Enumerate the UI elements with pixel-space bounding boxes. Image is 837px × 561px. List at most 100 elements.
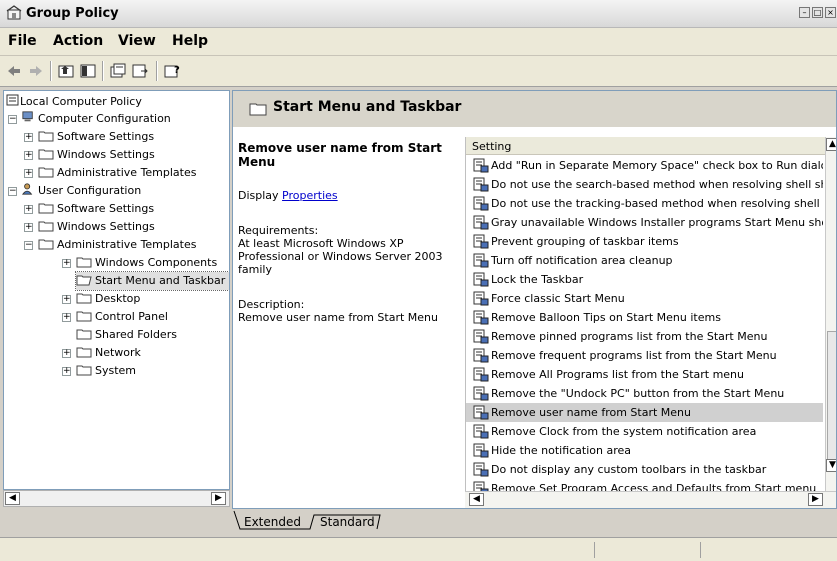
close-button[interactable]: × xyxy=(825,7,836,18)
up-folder-icon[interactable] xyxy=(56,62,76,80)
expand-icon[interactable]: + xyxy=(24,151,33,160)
settings-list: Setting Add "Run in Separate Memory Spac… xyxy=(465,137,836,493)
folder-icon xyxy=(76,347,92,358)
settings-vertical-scrollbar[interactable]: ▲ ▼ xyxy=(825,137,836,491)
scroll-down-icon[interactable]: ▼ xyxy=(826,459,836,472)
expand-icon[interactable]: + xyxy=(62,349,71,358)
tree-label: Windows Components xyxy=(95,256,218,269)
scroll-right-icon[interactable]: ▶ xyxy=(808,493,823,506)
folder-icon xyxy=(38,221,54,232)
tab-extended[interactable]: Extended xyxy=(244,515,301,532)
expand-icon[interactable]: + xyxy=(24,169,33,178)
group-policy-icon xyxy=(6,5,22,20)
scroll-thumb[interactable] xyxy=(827,331,836,469)
setting-row[interactable]: Hide the notification area xyxy=(466,441,823,460)
setting-row[interactable]: Gray unavailable Windows Installer progr… xyxy=(466,213,823,232)
show-hide-tree-icon[interactable] xyxy=(78,62,98,80)
tree-label: Windows Settings xyxy=(57,220,155,233)
maximize-button[interactable]: □ xyxy=(812,7,823,18)
tree-label: Shared Folders xyxy=(95,328,177,341)
setting-name: Add "Run in Separate Memory Space" check… xyxy=(491,159,823,172)
collapse-icon[interactable]: − xyxy=(8,187,17,196)
setting-row[interactable]: Remove Clock from the system notificatio… xyxy=(466,422,823,441)
policy-setting-icon xyxy=(473,424,489,439)
scroll-up-icon[interactable]: ▲ xyxy=(826,138,836,151)
tree-node-start-menu-and-taskbar[interactable]: Start Menu and Taskbar xyxy=(75,271,229,291)
expand-icon[interactable]: + xyxy=(24,223,33,232)
help-icon[interactable]: ? xyxy=(162,62,182,80)
setting-row[interactable]: Remove Balloon Tips on Start Menu items xyxy=(466,308,823,327)
tree-label: Administrative Templates xyxy=(57,238,197,251)
tree-label: Control Panel xyxy=(95,310,168,323)
setting-name: Gray unavailable Windows Installer progr… xyxy=(491,216,823,229)
minimize-button[interactable]: – xyxy=(799,7,810,18)
setting-row[interactable]: Lock the Taskbar xyxy=(466,270,823,289)
policy-setting-icon xyxy=(473,367,489,382)
folder-icon xyxy=(76,329,92,340)
tree-label: Desktop xyxy=(95,292,141,305)
window-title: Group Policy xyxy=(26,6,119,21)
export-list-icon[interactable] xyxy=(130,62,150,80)
scroll-left-icon[interactable]: ◀ xyxy=(5,492,20,505)
menu-view[interactable]: View xyxy=(118,33,156,49)
expand-icon[interactable]: + xyxy=(24,133,33,142)
properties-icon[interactable] xyxy=(108,62,128,80)
setting-name: Remove frequent programs list from the S… xyxy=(491,349,777,362)
user-icon xyxy=(22,183,33,195)
policy-setting-icon xyxy=(473,405,489,420)
description-text: Remove user name from Start Menu xyxy=(238,311,438,324)
setting-row[interactable]: Remove the "Undock PC" button from the S… xyxy=(466,384,823,403)
tree-label: Local Computer Policy xyxy=(20,95,142,108)
setting-name: Remove Clock from the system notificatio… xyxy=(491,425,757,438)
setting-row[interactable]: Do not use the tracking-based method whe… xyxy=(466,194,823,213)
expand-icon[interactable]: + xyxy=(24,205,33,214)
menu-file[interactable]: File xyxy=(8,33,37,49)
expand-icon[interactable]: + xyxy=(62,313,71,322)
setting-row[interactable]: Do not use the search-based method when … xyxy=(466,175,823,194)
toolbar: ? xyxy=(0,56,837,87)
console-tree: Local Computer Policy − Computer Configu… xyxy=(3,90,230,490)
setting-name: Prevent grouping of taskbar items xyxy=(491,235,679,248)
setting-row[interactable]: Add "Run in Separate Memory Space" check… xyxy=(466,156,823,175)
setting-row[interactable]: Remove frequent programs list from the S… xyxy=(466,346,823,365)
toolbar-separator xyxy=(102,61,104,81)
details-pane: Start Menu and Taskbar Remove user name … xyxy=(232,90,837,509)
policy-setting-icon xyxy=(473,215,489,230)
settings-horizontal-scrollbar[interactable]: ◀ ▶ xyxy=(465,491,836,508)
policy-setting-icon xyxy=(473,253,489,268)
back-icon[interactable] xyxy=(4,62,24,80)
expand-icon[interactable]: + xyxy=(62,367,71,376)
expand-icon[interactable]: + xyxy=(62,295,71,304)
selected-setting-title: Remove user name from Start Menu xyxy=(238,141,442,169)
setting-row[interactable]: Remove All Programs list from the Start … xyxy=(466,365,823,384)
properties-link[interactable]: Properties xyxy=(282,189,338,202)
menu-action[interactable]: Action xyxy=(53,33,103,49)
policy-setting-icon xyxy=(473,443,489,458)
column-header-setting[interactable]: Setting xyxy=(466,137,836,155)
policy-setting-icon xyxy=(473,329,489,344)
setting-row[interactable]: Force classic Start Menu xyxy=(466,289,823,308)
requirements-text: At least Microsoft Windows XP Profession… xyxy=(238,237,443,276)
setting-row[interactable]: Remove pinned programs list from the Sta… xyxy=(466,327,823,346)
setting-row[interactable]: Prevent grouping of taskbar items xyxy=(466,232,823,251)
scroll-right-icon[interactable]: ▶ xyxy=(211,492,226,505)
scroll-left-icon[interactable]: ◀ xyxy=(469,493,484,506)
setting-row[interactable]: Remove user name from Start Menu xyxy=(466,403,823,422)
folder-open-icon xyxy=(76,275,92,286)
setting-name: Turn off notification area cleanup xyxy=(491,254,673,267)
collapse-icon[interactable]: − xyxy=(24,241,33,250)
setting-name: Hide the notification area xyxy=(491,444,632,457)
menu-help[interactable]: Help xyxy=(172,33,208,49)
setting-row[interactable]: Do not display any custom toolbars in th… xyxy=(466,460,823,479)
description-label: Description: xyxy=(238,298,305,311)
folder-icon xyxy=(76,293,92,304)
expand-icon[interactable]: + xyxy=(62,259,71,268)
forward-icon[interactable] xyxy=(26,62,46,80)
collapse-icon[interactable]: − xyxy=(8,115,17,124)
tree-label: Software Settings xyxy=(57,130,155,143)
tree-horizontal-scrollbar[interactable]: ◀ ▶ xyxy=(3,490,230,507)
setting-row[interactable]: Turn off notification area cleanup xyxy=(466,251,823,270)
policy-setting-icon xyxy=(473,386,489,401)
computer-icon xyxy=(22,111,33,122)
tab-standard[interactable]: Standard xyxy=(320,515,375,532)
